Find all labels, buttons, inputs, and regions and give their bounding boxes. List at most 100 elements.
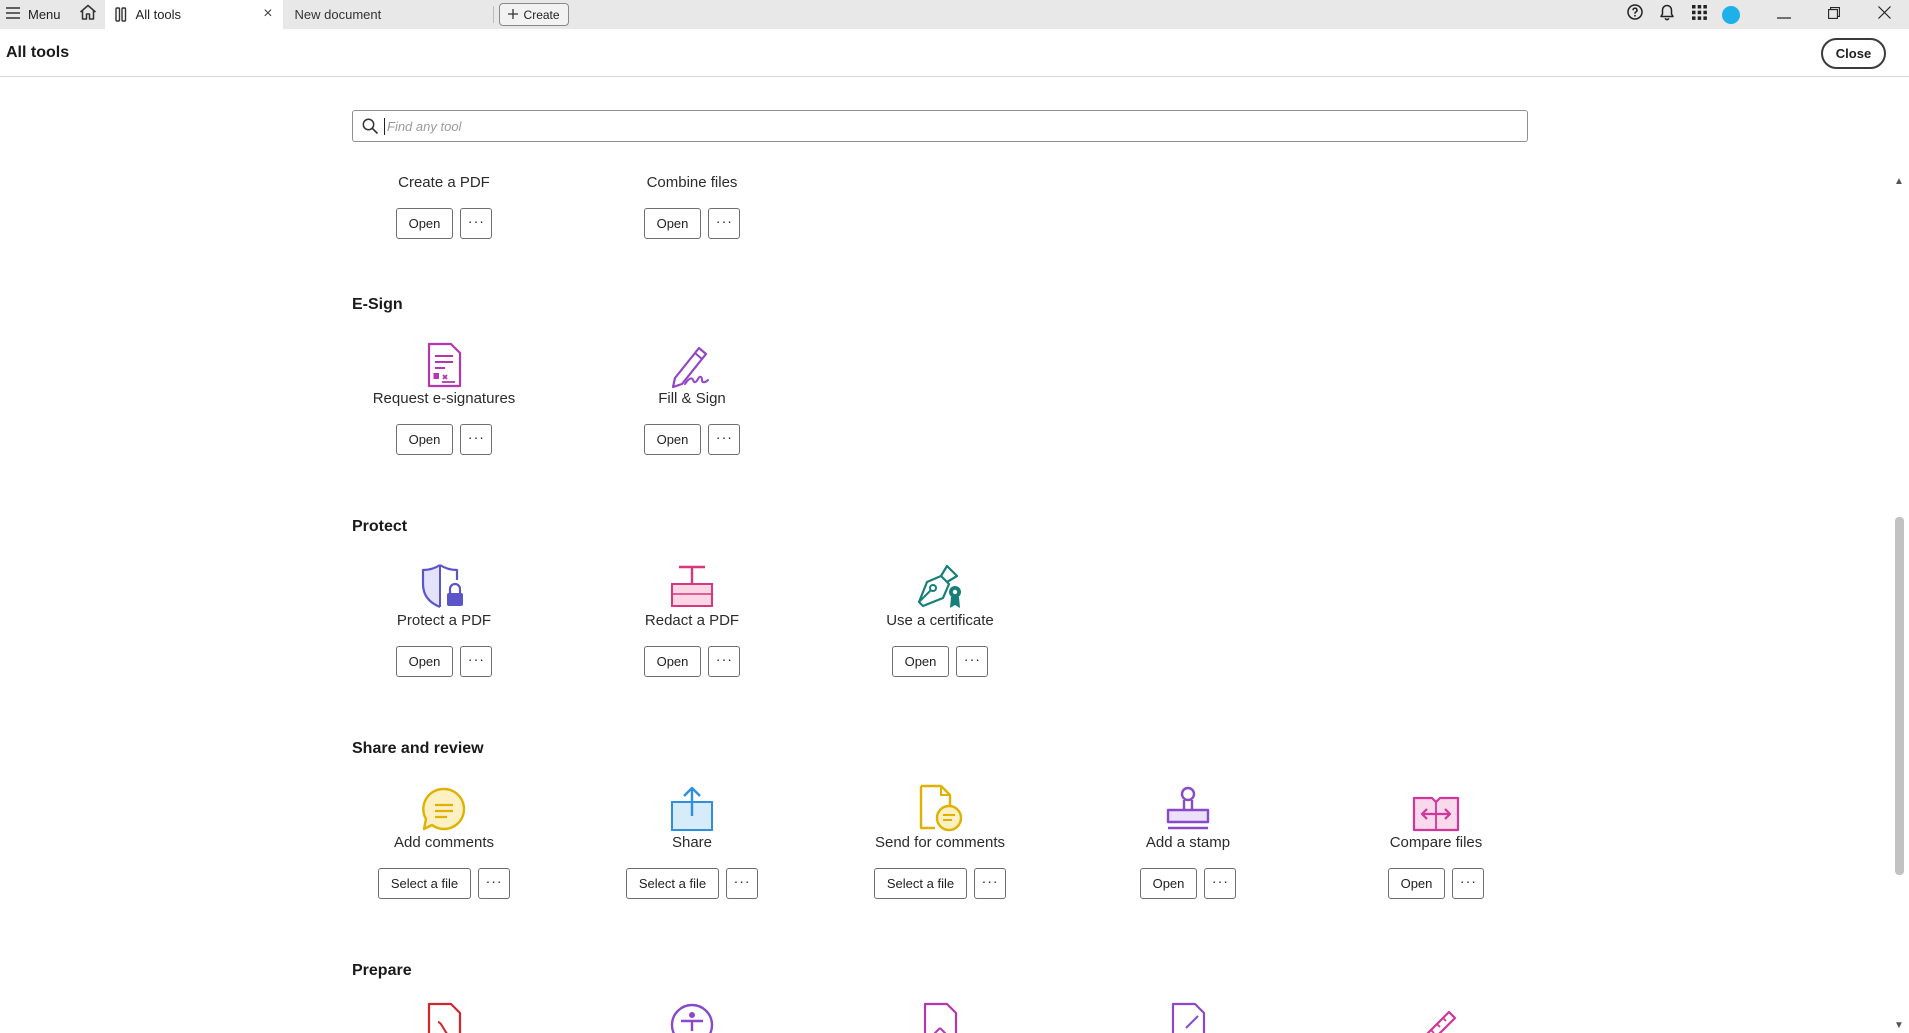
tool-name: Fill & Sign — [658, 390, 726, 407]
fill-sign-icon — [592, 336, 792, 388]
tab-divider — [492, 6, 494, 23]
more-options-button[interactable]: ··· — [1452, 868, 1485, 899]
more-options-button[interactable]: ··· — [726, 868, 759, 899]
tool-name: Send for comments — [874, 834, 1006, 851]
compare-files-icon — [1336, 780, 1536, 832]
more-options-button[interactable]: ··· — [974, 868, 1007, 899]
select-file-button[interactable]: Select a file — [873, 868, 968, 899]
open-button[interactable]: Open — [643, 646, 702, 677]
tool-name: Compare files — [1389, 834, 1483, 851]
tool-name: Protect a PDF — [396, 612, 492, 629]
restore-button[interactable] — [1809, 0, 1859, 29]
more-options-button[interactable]: ··· — [478, 868, 511, 899]
tool-name: Add a stamp — [1145, 834, 1231, 851]
tool-name: Request e-signatures — [372, 390, 516, 407]
tools-list: Create a PDF Open ··· Combine files Open… — [0, 172, 1890, 1033]
tools-icon — [114, 7, 128, 22]
select-file-button[interactable]: Select a file — [625, 868, 720, 899]
home-icon — [79, 4, 97, 25]
tool-name: Combine files — [646, 174, 738, 191]
more-options-button[interactable]: ··· — [708, 208, 741, 239]
open-button[interactable]: Open — [395, 208, 454, 239]
open-button[interactable]: Open — [395, 646, 454, 677]
tool-share: Share Select a file ··· — [592, 780, 792, 899]
create-label: Create — [523, 7, 560, 22]
close-button[interactable]: Close — [1821, 38, 1886, 69]
open-button[interactable]: Open — [643, 208, 702, 239]
section-title-prepare: Prepare — [352, 962, 412, 979]
apps-grid-icon — [1691, 4, 1707, 25]
tool-name: Use a certificate — [886, 612, 994, 629]
hamburger-icon — [6, 7, 20, 22]
tool-prepare-3 — [840, 1002, 1040, 1033]
tab-bar: Menu All tools × New document Create — [0, 0, 1909, 29]
more-options-button[interactable]: ··· — [708, 424, 741, 455]
more-options-button[interactable]: ··· — [1204, 868, 1237, 899]
tool-create-pdf: Create a PDF Open ··· — [344, 172, 544, 239]
profile-button[interactable] — [1715, 0, 1747, 29]
tool-compare-files: Compare files Open ··· — [1336, 780, 1536, 899]
tab-new-document[interactable]: New document — [283, 0, 493, 29]
tool-protect-pdf: Protect a PDF Open ··· — [344, 558, 544, 677]
open-button[interactable]: Open — [643, 424, 702, 455]
open-button[interactable]: Open — [891, 646, 950, 677]
apps-button[interactable] — [1683, 0, 1715, 29]
open-button[interactable]: Open — [1139, 868, 1198, 899]
scrollbar-thumb[interactable] — [1895, 517, 1904, 875]
help-button[interactable] — [1619, 0, 1651, 29]
section-title-protect: Protect — [352, 518, 408, 535]
tool-name: Create a PDF — [398, 174, 490, 191]
pdf-file-icon — [344, 1002, 544, 1033]
more-options-button[interactable]: ··· — [956, 646, 989, 677]
text-caret — [384, 117, 385, 135]
open-button[interactable]: Open — [1387, 868, 1446, 899]
menu-button[interactable]: Menu — [0, 0, 71, 29]
tool-redact-pdf: Redact a PDF Open ··· — [592, 558, 792, 677]
more-options-button[interactable]: ··· — [460, 208, 493, 239]
search-icon — [362, 118, 378, 134]
scrollbar[interactable]: ▲ ▼ — [1890, 172, 1909, 1033]
scroll-up-icon[interactable]: ▲ — [1894, 176, 1904, 187]
more-options-button[interactable]: ··· — [460, 646, 493, 677]
tool-prepare-2 — [592, 1002, 792, 1033]
tool-prepare-1 — [344, 1002, 544, 1033]
search-input[interactable] — [387, 118, 1487, 134]
close-window-button[interactable] — [1859, 0, 1909, 29]
comment-icon — [344, 780, 544, 832]
pdf-form-icon — [840, 1002, 1040, 1033]
edit-file-icon — [1088, 1002, 1288, 1033]
certificate-pen-icon — [840, 558, 1040, 610]
bell-icon — [1659, 4, 1675, 26]
accessibility-icon — [592, 1002, 792, 1033]
home-button[interactable] — [71, 0, 105, 29]
request-esignature-icon — [344, 336, 544, 388]
avatar — [1722, 5, 1740, 24]
scroll-down-icon[interactable]: ▼ — [1894, 1020, 1904, 1031]
tab-all-tools[interactable]: All tools × — [104, 0, 283, 29]
minimize-icon — [1777, 6, 1791, 24]
tab-label: All tools — [135, 7, 182, 22]
redact-icon — [592, 558, 792, 610]
create-button[interactable]: Create — [498, 3, 569, 26]
tool-add-comments: Add comments Select a file ··· — [344, 780, 544, 899]
more-options-button[interactable]: ··· — [460, 424, 493, 455]
tool-name: Share — [671, 834, 713, 851]
tool-prepare-5 — [1336, 1002, 1536, 1033]
notifications-button[interactable] — [1651, 0, 1683, 29]
tool-request-esignatures: Request e-signatures Open ··· — [344, 336, 544, 455]
plus-icon — [507, 8, 518, 22]
select-file-button[interactable]: Select a file — [377, 868, 472, 899]
close-tab-icon[interactable]: × — [263, 6, 272, 22]
open-button[interactable]: Open — [395, 424, 454, 455]
tool-combine-files: Combine files Open ··· — [592, 172, 792, 239]
minimize-button[interactable] — [1759, 0, 1809, 29]
tab-label: New document — [294, 7, 382, 22]
tool-add-stamp: Add a stamp Open ··· — [1088, 780, 1288, 899]
more-options-button[interactable]: ··· — [708, 646, 741, 677]
ruler-icon — [1336, 1002, 1536, 1033]
close-icon — [1877, 5, 1891, 24]
menu-label: Menu — [28, 7, 61, 22]
section-title-share-review: Share and review — [352, 740, 484, 757]
tool-prepare-4 — [1088, 1002, 1288, 1033]
send-for-comments-icon — [840, 780, 1040, 832]
